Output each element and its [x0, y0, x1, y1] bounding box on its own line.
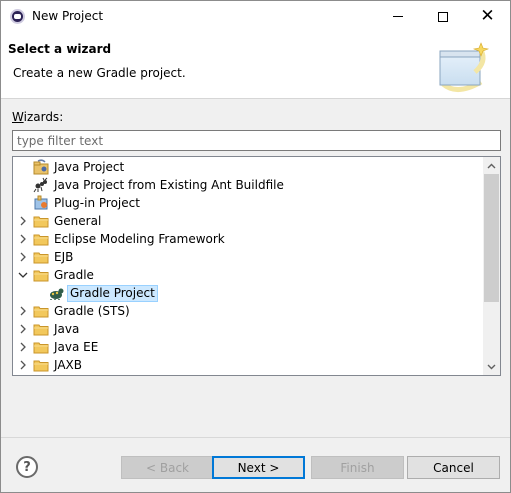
- banner-description: Create a new Gradle project.: [13, 66, 186, 80]
- maximize-button[interactable]: [420, 1, 465, 32]
- tree-item-label: Java Project from Existing Ant Buildfile: [54, 177, 284, 192]
- tree-item-label: General: [54, 213, 102, 228]
- tree-item-label: Gradle (STS): [54, 303, 130, 318]
- wizard-banner: Select a wizard Create a new Gradle proj…: [1, 32, 510, 99]
- chevron-right-icon[interactable]: [18, 234, 28, 244]
- finish-button-label: Finish: [340, 460, 375, 475]
- close-icon: ✕: [480, 6, 495, 26]
- folder-icon: [33, 306, 49, 318]
- scroll-up-button[interactable]: [483, 157, 500, 174]
- title-bar[interactable]: New Project ✕: [1, 1, 510, 32]
- tree-scrollbar[interactable]: [483, 157, 500, 375]
- chevron-right-icon[interactable]: [18, 360, 28, 370]
- tree-item-general[interactable]: General: [13, 212, 483, 230]
- folder-icon: [33, 360, 49, 372]
- cancel-button-label: Cancel: [433, 460, 474, 475]
- tree-item-plugin-project[interactable]: Plug-in Project: [13, 194, 483, 212]
- chevron-right-icon[interactable]: [18, 216, 28, 226]
- plugin-project-icon: [34, 195, 48, 210]
- new-wizard-graphic-icon: [439, 42, 490, 92]
- footer-separator: [1, 437, 510, 438]
- chevron-down-icon[interactable]: [18, 270, 28, 280]
- help-icon: ?: [23, 459, 31, 475]
- ant-icon: [33, 177, 48, 193]
- folder-icon: [33, 252, 49, 264]
- close-button[interactable]: ✕: [465, 1, 510, 32]
- tree-item-gradle-project[interactable]: Gradle Project: [13, 284, 483, 302]
- next-button[interactable]: Next >: [212, 456, 305, 479]
- tree-item-ejb[interactable]: EJB: [13, 248, 483, 266]
- tree-item-gradle[interactable]: Gradle: [13, 266, 483, 284]
- chevron-down-icon: [487, 364, 496, 369]
- tree-item-label: Java: [54, 321, 80, 336]
- new-project-dialog: New Project ✕ Select a wizard Create a n…: [0, 0, 511, 493]
- tree-item-java-ee[interactable]: Java EE: [13, 338, 483, 356]
- wizards-tree[interactable]: Java Project Java Project from Existing …: [12, 156, 501, 376]
- tree-item-java-project[interactable]: Java Project: [13, 158, 483, 176]
- tree-item-label: Java EE: [54, 339, 99, 354]
- minimize-icon: [392, 16, 403, 17]
- folder-icon: [33, 342, 49, 354]
- chevron-right-icon[interactable]: [18, 306, 28, 316]
- tree-item-label: Gradle: [54, 267, 94, 282]
- window-title: New Project: [32, 9, 104, 23]
- chevron-right-icon[interactable]: [18, 324, 28, 334]
- chevron-right-icon[interactable]: [18, 252, 28, 262]
- chevron-right-icon[interactable]: [18, 342, 28, 352]
- folder-icon: [33, 324, 49, 336]
- gradle-icon: [50, 288, 64, 300]
- minimize-button[interactable]: [375, 1, 420, 32]
- tree-item-label: Plug-in Project: [54, 195, 140, 210]
- maximize-icon: [437, 11, 448, 22]
- tree-item-eclipse-modeling-framework[interactable]: Eclipse Modeling Framework: [13, 230, 483, 248]
- banner-title: Select a wizard: [8, 42, 112, 56]
- java-project-icon: [33, 159, 49, 175]
- tree-item-label: Java Project: [54, 159, 125, 174]
- next-button-label: Next >: [237, 460, 280, 475]
- tree-item-gradle-sts[interactable]: Gradle (STS): [13, 302, 483, 320]
- folder-icon: [33, 216, 49, 228]
- tree-item-label: Eclipse Modeling Framework: [54, 231, 225, 246]
- help-button[interactable]: ?: [16, 456, 38, 478]
- tree-item-label: Gradle Project: [67, 284, 158, 302]
- tree-item-jaxb[interactable]: JAXB: [13, 356, 483, 374]
- folder-icon: [33, 234, 49, 246]
- chevron-up-icon: [487, 163, 496, 168]
- wizards-label: Wizards:: [12, 110, 64, 124]
- tree-item-label: JAXB: [54, 357, 82, 372]
- scroll-down-button[interactable]: [483, 358, 500, 375]
- tree-item-label: EJB: [54, 249, 74, 264]
- eclipse-icon: [10, 9, 25, 24]
- filter-input[interactable]: [12, 130, 501, 151]
- tree-item-java[interactable]: Java: [13, 320, 483, 338]
- finish-button[interactable]: Finish: [311, 456, 404, 479]
- cancel-button[interactable]: Cancel: [407, 456, 500, 479]
- scrollbar-thumb[interactable]: [484, 174, 499, 302]
- tree-item-ant-project[interactable]: Java Project from Existing Ant Buildfile: [13, 176, 483, 194]
- folder-icon: [33, 270, 49, 282]
- back-button[interactable]: < Back: [121, 456, 214, 479]
- back-button-label: < Back: [145, 460, 189, 475]
